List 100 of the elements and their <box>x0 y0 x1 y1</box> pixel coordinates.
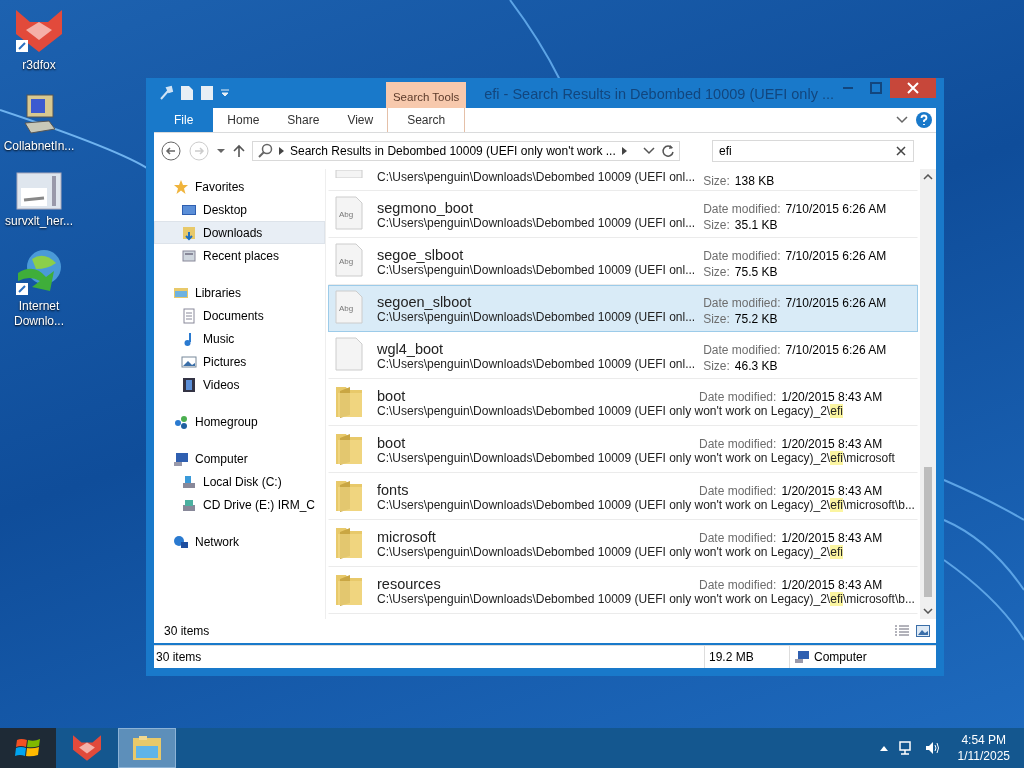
size-label: Size: <box>703 174 730 188</box>
date-value: 7/10/2015 6:26 AM <box>785 343 887 357</box>
back-icon <box>160 140 182 162</box>
clock-date[interactable]: 1/11/2025 <box>957 748 1010 764</box>
help-icon[interactable] <box>916 112 932 128</box>
fox-app-icon <box>14 8 64 54</box>
sidebar-item[interactable]: Computer <box>154 447 325 470</box>
document-icon <box>181 307 197 324</box>
size-label: Size: <box>703 312 730 326</box>
computer-icon <box>173 450 189 467</box>
close-button[interactable] <box>890 78 936 98</box>
fox-app-icon <box>70 734 104 762</box>
ribbon-tab[interactable]: Share <box>273 108 334 132</box>
start-button[interactable] <box>0 728 56 768</box>
result-row[interactable]: resources Date modified: 1/20/2015 8:43 AM C:\Users\penguin\Downloads\Debombed 10009 (UEFI only won't work on Legacy)_2\efi\microsoft\b... <box>328 567 918 614</box>
status-location: Computer <box>814 650 867 664</box>
large-icons-view-icon[interactable] <box>916 625 930 637</box>
search-field[interactable]: efi <box>712 140 914 162</box>
result-row[interactable]: boot Date modified: 1/20/2015 8:43 AM C:\Users\penguin\Downloads\Debombed 10009 (UEFI only won't work on Legacy)_2\efi\microsoft <box>328 426 918 473</box>
desktop-icon-label[interactable]: Internet Downlo... <box>14 299 64 329</box>
new-page-icon[interactable] <box>180 85 194 101</box>
refresh-icon[interactable] <box>661 144 675 158</box>
desktop-icon-label[interactable]: CollabnetIn... <box>3 139 75 154</box>
file-name: wgl4_boot <box>377 341 445 357</box>
search-icon <box>257 143 273 159</box>
result-row[interactable]: boot Date modified: 1/20/2015 8:43 AM C:\Users\penguin\Downloads\Debombed 10009 (UEFI only won't work on Legacy)_2\efi <box>328 379 918 426</box>
network-icon[interactable] <box>897 740 914 756</box>
font-file-icon: Abg <box>334 289 364 325</box>
clock-time[interactable]: 4:54 PM <box>961 732 1007 748</box>
file-name: segoe_slboot <box>377 247 465 263</box>
scroll-down-icon[interactable] <box>923 608 933 614</box>
show-hidden-icons-icon[interactable] <box>879 745 888 751</box>
size-value: 46.3 KB <box>734 359 778 373</box>
sidebar-item[interactable]: Network <box>154 530 325 553</box>
address-bar[interactable]: Search Results in Debombed 10009 (UEFI only won't work ... <box>252 141 680 161</box>
computer-icon <box>794 650 810 664</box>
new-folder-icon[interactable] <box>200 85 214 101</box>
expand-ribbon-icon[interactable] <box>896 116 908 124</box>
up-arrow-icon <box>232 144 246 158</box>
file-icon <box>334 336 364 372</box>
date-label: Date modified: <box>699 531 777 545</box>
chevron-icon <box>621 147 627 155</box>
file-path: C:\Users\penguin\Downloads\Debombed 10009 (UEFI onl... <box>377 310 696 326</box>
sidebar-item[interactable]: Local Disk (C:) <box>154 470 325 493</box>
sidebar-item[interactable]: Pictures <box>154 350 325 373</box>
ribbon-tab[interactable]: File <box>154 108 214 132</box>
film-icon <box>181 376 197 393</box>
recent-locations-button[interactable] <box>216 148 226 154</box>
sidebar-item[interactable]: Libraries <box>154 281 325 304</box>
volume-icon[interactable] <box>923 740 940 756</box>
forward-icon <box>188 140 210 162</box>
desktop-icon-label[interactable]: survxlt_her... <box>5 214 73 229</box>
file-name: fonts <box>377 482 410 498</box>
scroll-up-icon[interactable] <box>923 174 933 180</box>
sidebar-item[interactable]: Favorites <box>154 175 325 198</box>
file-name: boot <box>377 388 407 404</box>
result-row[interactable]: Abg segmono_boot Date modified: 7/10/2015 6:26 AM C:\Users\penguin\Downloads\Debombed 10009 (UEFI onl... Size: 35.1 KB <box>328 191 918 238</box>
folder-icon <box>131 734 163 762</box>
ribbon-tab[interactable]: Search <box>387 108 466 132</box>
sidebar-item[interactable]: Documents <box>154 304 325 327</box>
file-path: C:\Users\penguin\Downloads\Debombed 10009 (UEFI only won't work on Legacy)_2\efi\microsoft <box>377 451 896 467</box>
sidebar-item[interactable]: Desktop <box>154 198 325 221</box>
ribbon-tab[interactable]: Home <box>213 108 274 132</box>
date-value: 1/20/2015 8:43 AM <box>781 531 883 545</box>
date-value: 1/20/2015 8:43 AM <box>781 390 883 404</box>
properties-icon[interactable] <box>158 85 174 101</box>
date-label: Date modified: <box>703 296 781 310</box>
size-label: Size: <box>703 265 730 279</box>
file-name: boot <box>377 435 407 451</box>
clear-icon[interactable] <box>896 146 906 156</box>
date-value: 7/10/2015 6:26 AM <box>785 202 887 216</box>
sidebar-item[interactable]: CD Drive (E:) IRM_C <box>154 493 325 516</box>
sidebar-item[interactable]: Recent places <box>154 244 325 267</box>
file-path: C:\Users\penguin\Downloads\Debombed 10009 (UEFI only won't work on Legacy)_2\efi\microsoft\b... <box>377 498 916 514</box>
up-button[interactable] <box>232 144 246 158</box>
scrollbar-thumb[interactable] <box>924 467 932 597</box>
picture-icon <box>181 353 197 370</box>
file-name: segoen_slboot <box>377 294 473 310</box>
result-row[interactable]: microsoft Date modified: 1/20/2015 8:43 AM C:\Users\penguin\Downloads\Debombed 10009 (UEFI only won't work on Legacy)_2\efi <box>328 520 918 567</box>
file-path: C:\Users\penguin\Downloads\Debombed 10009 (UEFI onl... <box>377 263 696 279</box>
date-label: Date modified: <box>699 484 777 498</box>
sidebar-item[interactable]: Music <box>154 327 325 350</box>
desktop-icon-label[interactable]: r3dfox <box>22 58 56 73</box>
result-row[interactable]: Abg segoen_slboot Date modified: 7/10/2015 6:26 AM C:\Users\penguin\Downloads\Debombed 10009 (UEFI onl... Size: 75.2 KB <box>328 285 918 332</box>
date-value: 1/20/2015 8:43 AM <box>781 484 883 498</box>
sidebar-item[interactable]: Videos <box>154 373 325 396</box>
file-name: resources <box>377 576 442 592</box>
dropdown-icon[interactable] <box>643 147 655 155</box>
ribbon-tab[interactable]: View <box>333 108 388 132</box>
date-label: Date modified: <box>703 343 781 357</box>
date-value: 1/20/2015 8:43 AM <box>781 578 883 592</box>
result-row[interactable]: fonts Date modified: 1/20/2015 8:43 AM C:\Users\penguin\Downloads\Debombed 10009 (UEFI only won't work on Legacy)_2\efi\microsoft\b... <box>328 473 918 520</box>
sidebar-item[interactable]: Homegroup <box>154 410 325 433</box>
back-button[interactable] <box>160 140 182 162</box>
sidebar-item[interactable]: Downloads <box>154 221 325 244</box>
result-row[interactable]: C:\Users\penguin\Downloads\Debombed 10009 (UEFI onl... Size: 138 KB <box>328 169 918 191</box>
result-row[interactable]: wgl4_boot Date modified: 7/10/2015 6:26 AM C:\Users\penguin\Downloads\Debombed 10009 (UEFI onl... Size: 46.3 KB <box>328 332 918 379</box>
size-value: 35.1 KB <box>734 218 778 232</box>
font-file-icon: Abg <box>334 195 364 231</box>
date-label: Date modified: <box>703 202 781 216</box>
